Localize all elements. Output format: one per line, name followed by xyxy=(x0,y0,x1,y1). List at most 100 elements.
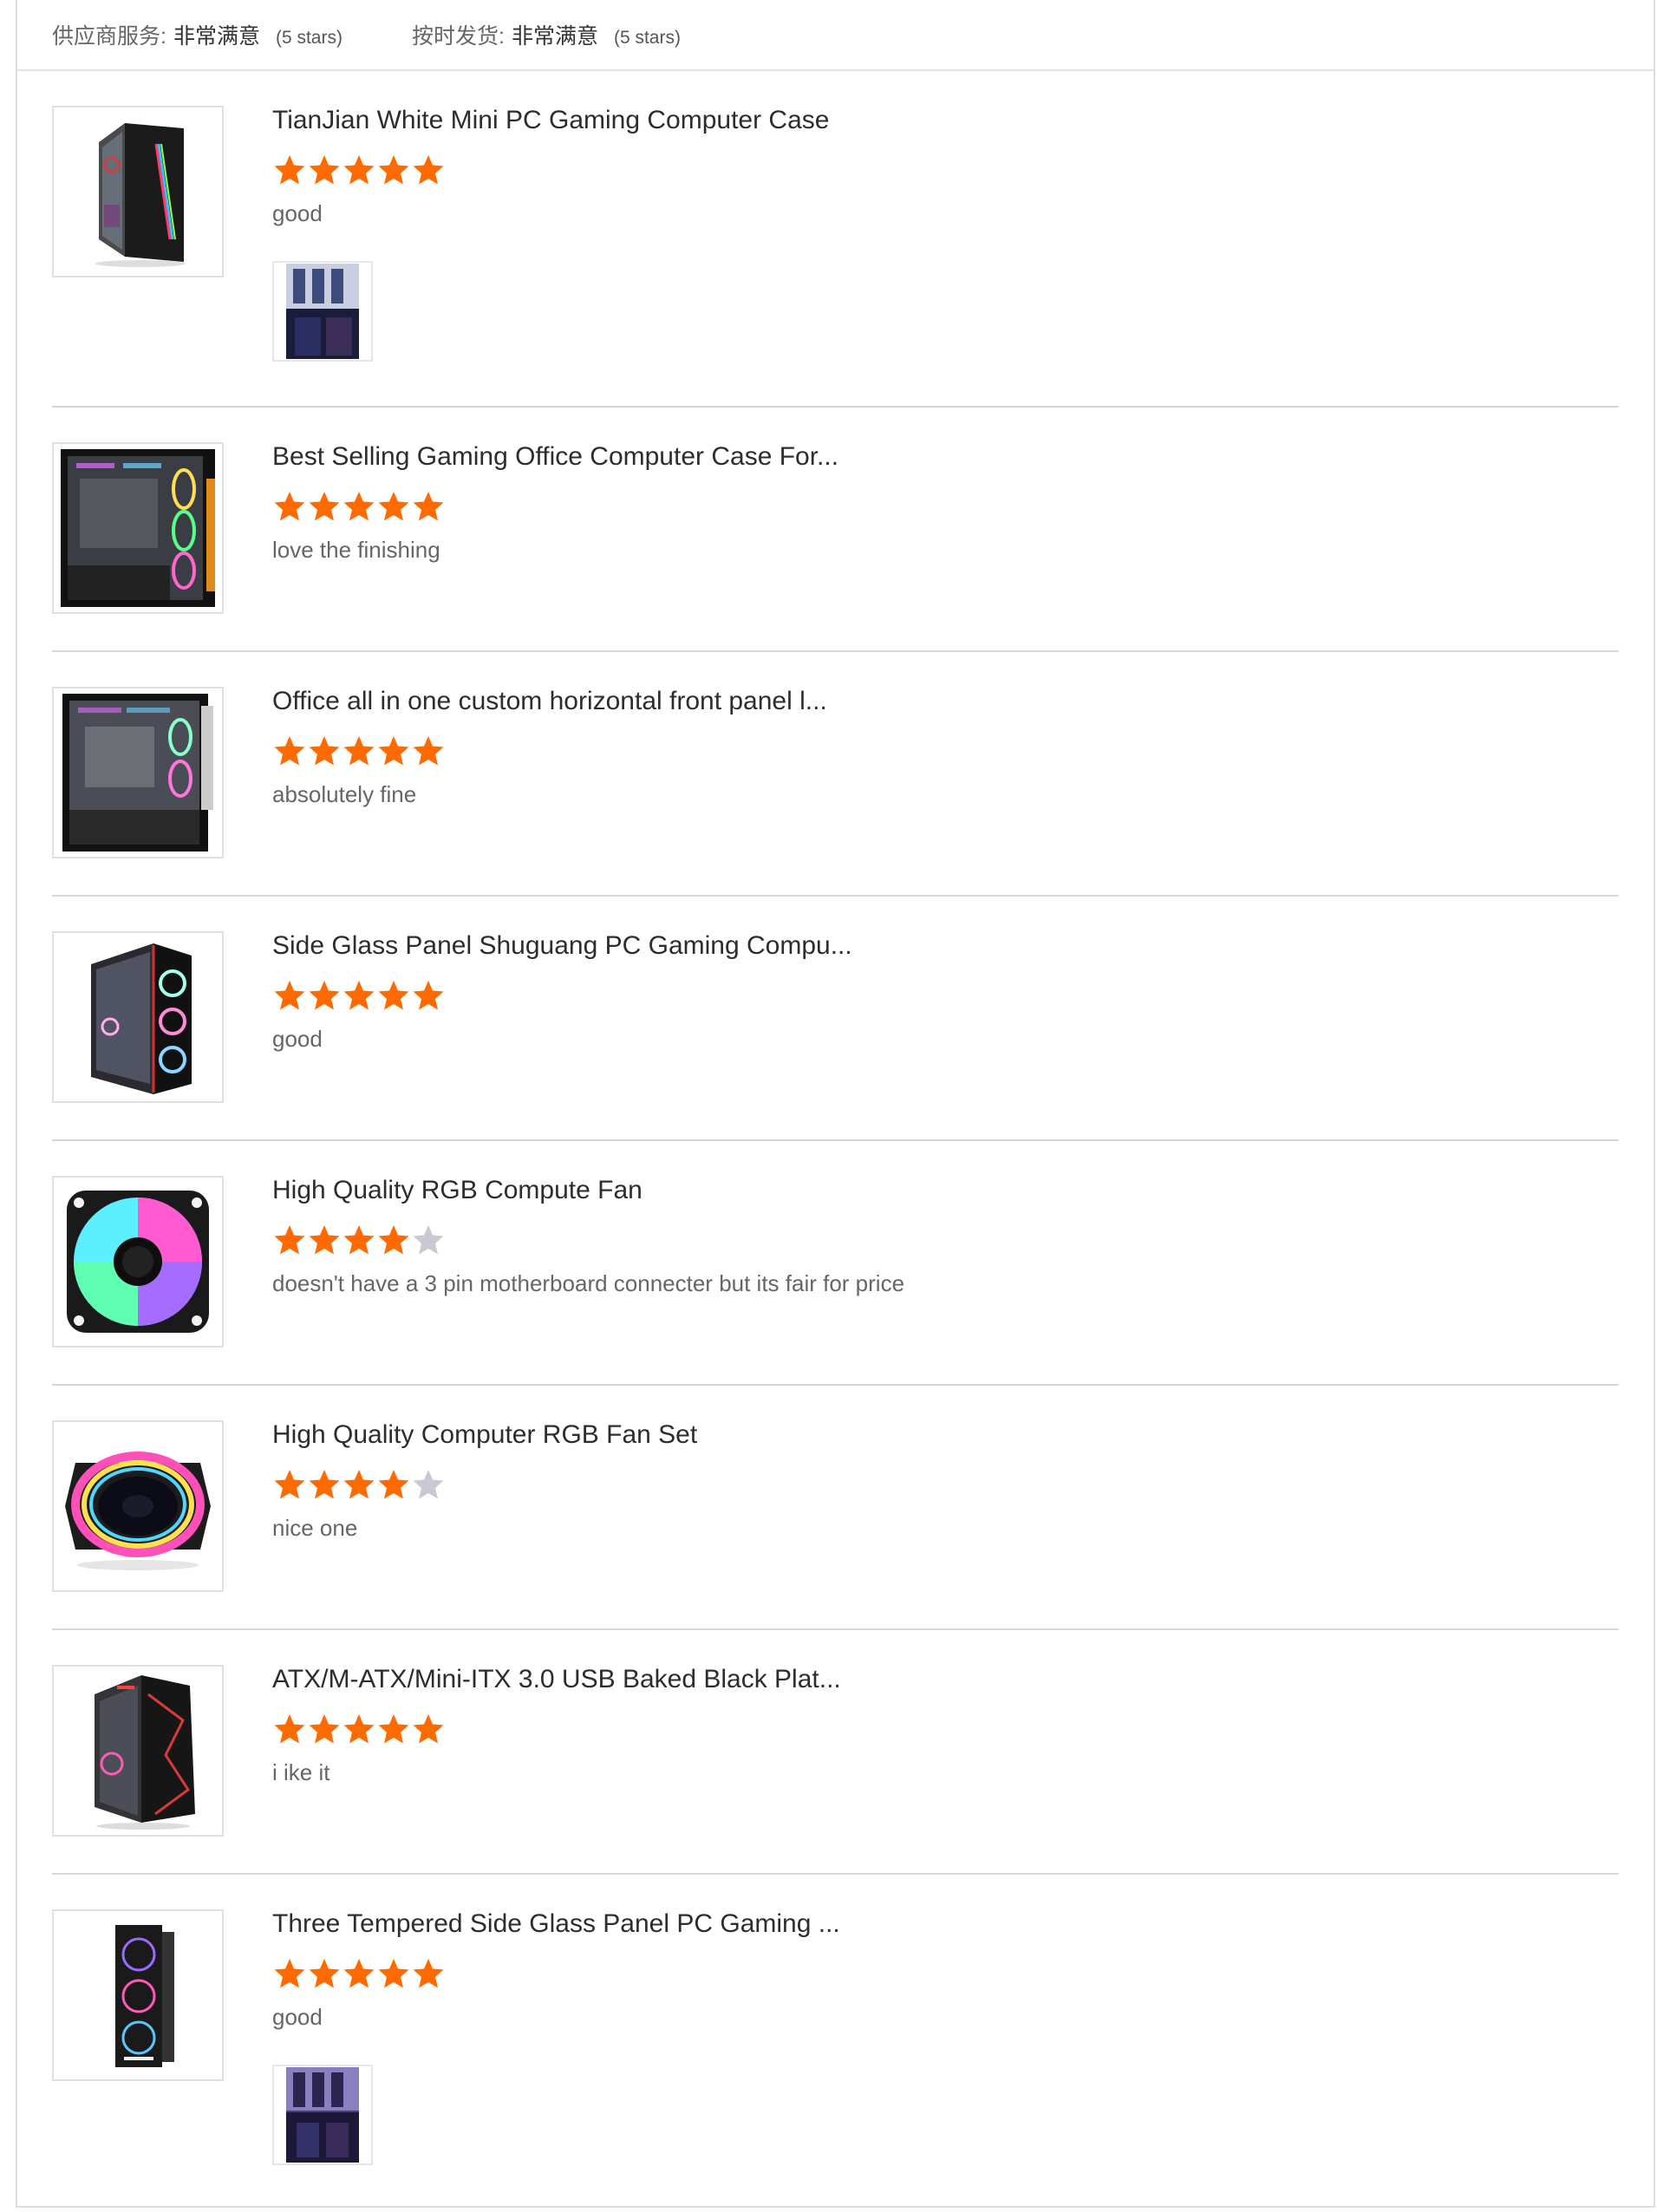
review-photo[interactable] xyxy=(272,260,373,362)
rgb-ring-fan-icon xyxy=(65,1452,211,1570)
product-thumbnail[interactable] xyxy=(52,1420,224,1592)
review-comment: nice one xyxy=(272,1515,358,1541)
review-content: Side Glass Panel Shuguang PC Gaming Comp… xyxy=(272,897,852,1052)
metric-value: 非常满意 xyxy=(511,24,598,49)
product-title[interactable]: ATX/M-ATX/Mini-ITX 3.0 USB Baked Black P… xyxy=(272,1665,841,1693)
buyer-photo-icon xyxy=(286,2066,359,2163)
review-content: Three Tempered Side Glass Panel PC Gamin… xyxy=(272,1875,840,2165)
star-filled-icon xyxy=(309,1470,340,1499)
star-filled-icon xyxy=(309,1959,340,1988)
star-filled-icon xyxy=(378,492,409,521)
product-thumbnail[interactable] xyxy=(52,1665,224,1837)
star-filled-icon xyxy=(378,981,409,1010)
pc-case-rgb-strip-icon xyxy=(95,123,186,267)
review-comment: i ike it xyxy=(272,1759,330,1785)
star-filled-icon xyxy=(413,492,444,521)
pc-case-ring-fans-icon xyxy=(91,943,192,1094)
review-item: Three Tempered Side Glass Panel PC Gamin… xyxy=(52,1875,1619,2199)
star-filled-icon xyxy=(378,1714,409,1744)
star-rating xyxy=(272,1956,840,1991)
on-time-shipping-metric: 按时发货: 非常满意 (5 stars) xyxy=(412,19,681,50)
star-rating xyxy=(272,489,838,524)
star-filled-icon xyxy=(413,981,444,1010)
star-filled-icon xyxy=(274,736,305,766)
star-filled-icon xyxy=(343,1470,375,1499)
product-title[interactable]: High Quality RGB Compute Fan xyxy=(272,1176,904,1204)
product-title[interactable]: High Quality Computer RGB Fan Set xyxy=(272,1420,697,1448)
product-thumbnail[interactable] xyxy=(52,1176,224,1347)
metric-label: 供应商服务: xyxy=(52,24,166,49)
star-filled-icon xyxy=(343,1714,375,1744)
metric-value: 非常满意 xyxy=(173,24,260,49)
star-filled-icon xyxy=(274,155,305,185)
star-empty-icon xyxy=(413,1470,444,1499)
metric-stars-text: (5 stars) xyxy=(613,28,681,48)
star-rating xyxy=(272,1712,841,1746)
review-item: ATX/M-ATX/Mini-ITX 3.0 USB Baked Black P… xyxy=(52,1630,1619,1875)
star-filled-icon xyxy=(413,155,444,185)
review-content: High Quality Computer RGB Fan Set nice o… xyxy=(272,1386,697,1541)
product-title[interactable]: Side Glass Panel Shuguang PC Gaming Comp… xyxy=(272,931,852,959)
pc-case-glass-panel-icon xyxy=(62,694,213,852)
review-comment: doesn't have a 3 pin motherboard connect… xyxy=(272,1270,905,1296)
star-filled-icon xyxy=(378,1225,409,1255)
star-filled-icon xyxy=(343,1225,375,1255)
product-thumbnail[interactable] xyxy=(52,1909,224,2081)
review-content: Best Selling Gaming Office Computer Case… xyxy=(272,408,838,563)
star-filled-icon xyxy=(378,1959,409,1988)
feedback-panel: 供应商服务: 非常满意 (5 stars) 按时发货: 非常满意 (5 star… xyxy=(16,0,1655,2208)
review-content: TianJian White Mini PC Gaming Computer C… xyxy=(272,71,829,362)
rgb-fan-icon xyxy=(67,1191,209,1333)
product-title[interactable]: TianJian White Mini PC Gaming Computer C… xyxy=(272,106,829,134)
star-rating xyxy=(272,1467,697,1502)
star-empty-icon xyxy=(413,1225,444,1255)
product-thumbnail[interactable] xyxy=(52,106,224,277)
review-content: High Quality RGB Compute Fan doesn't hav… xyxy=(272,1141,904,1296)
star-rating xyxy=(272,153,829,187)
star-filled-icon xyxy=(274,981,305,1010)
star-filled-icon xyxy=(343,155,375,185)
pc-case-tower-three-fans-icon xyxy=(115,1925,174,2067)
review-comment: absolutely fine xyxy=(272,781,417,807)
star-filled-icon xyxy=(378,155,409,185)
seller-rating-summary: 供应商服务: 非常满意 (5 stars) 按时发货: 非常满意 (5 star… xyxy=(17,0,1654,71)
star-filled-icon xyxy=(413,1714,444,1744)
review-comment: love the finishing xyxy=(272,537,440,563)
star-filled-icon xyxy=(343,492,375,521)
star-filled-icon xyxy=(309,736,340,766)
star-filled-icon xyxy=(309,1714,340,1744)
star-filled-icon xyxy=(309,1225,340,1255)
star-filled-icon xyxy=(343,1959,375,1988)
star-filled-icon xyxy=(309,155,340,185)
review-item: Best Selling Gaming Office Computer Case… xyxy=(52,408,1619,652)
star-filled-icon xyxy=(378,1470,409,1499)
product-thumbnail[interactable] xyxy=(52,442,224,614)
review-content: Office all in one custom horizontal fron… xyxy=(272,652,827,807)
star-filled-icon xyxy=(274,1225,305,1255)
review-item: Office all in one custom horizontal fron… xyxy=(52,652,1619,897)
product-title[interactable]: Office all in one custom horizontal fron… xyxy=(272,687,827,714)
product-thumbnail[interactable] xyxy=(52,687,224,858)
star-filled-icon xyxy=(413,736,444,766)
star-filled-icon xyxy=(309,492,340,521)
star-filled-icon xyxy=(274,1470,305,1499)
pc-case-angular-icon xyxy=(95,1675,195,1830)
star-filled-icon xyxy=(413,1959,444,1988)
star-filled-icon xyxy=(378,736,409,766)
star-filled-icon xyxy=(274,1714,305,1744)
star-filled-icon xyxy=(343,981,375,1010)
product-title[interactable]: Best Selling Gaming Office Computer Case… xyxy=(272,442,838,470)
review-item: Side Glass Panel Shuguang PC Gaming Comp… xyxy=(52,897,1619,1141)
star-rating xyxy=(272,734,827,768)
pc-case-glass-panel-icon xyxy=(61,449,215,607)
star-filled-icon xyxy=(274,492,305,521)
review-comment: good xyxy=(272,1026,323,1052)
product-thumbnail[interactable] xyxy=(52,931,224,1103)
metric-label: 按时发货: xyxy=(411,24,505,49)
product-title[interactable]: Three Tempered Side Glass Panel PC Gamin… xyxy=(272,1909,840,1937)
star-filled-icon xyxy=(309,981,340,1010)
star-rating xyxy=(272,978,852,1013)
review-list: TianJian White Mini PC Gaming Computer C… xyxy=(17,71,1654,2199)
star-filled-icon xyxy=(343,736,375,766)
review-photo[interactable] xyxy=(272,2064,373,2165)
